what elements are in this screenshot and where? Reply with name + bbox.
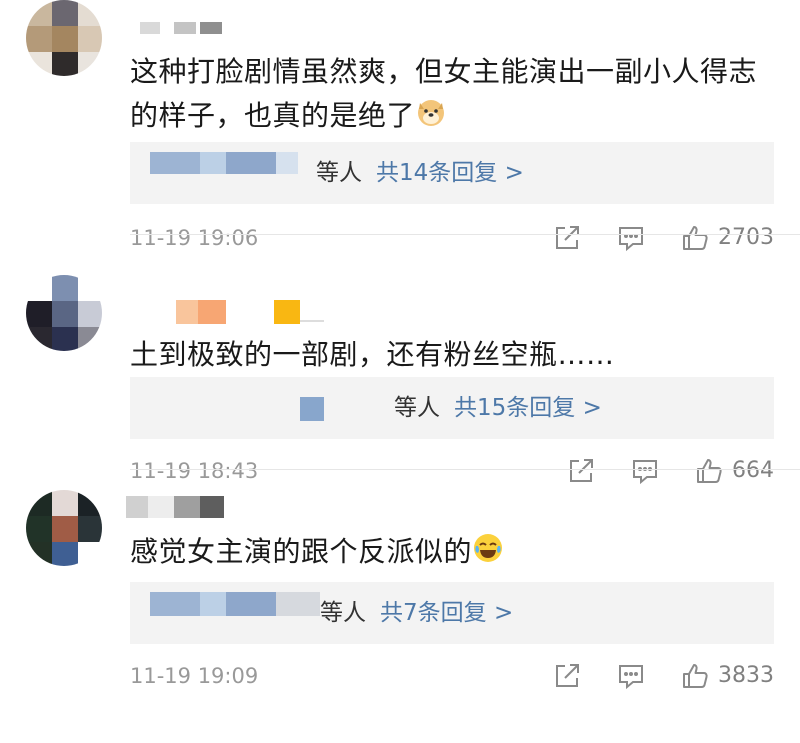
like-count: 3833 — [718, 663, 774, 688]
comment-item: 这种打脸剧情虽然爽，但女主能演出一副小人得志的样子，也真的是绝了 等人 共14条回… — [0, 0, 800, 252]
comment-text: 感觉女主演的跟个反派似的 — [130, 530, 770, 577]
reply-etc: 等人 — [394, 395, 440, 421]
comment-text: 土到极致的一部剧，还有粉丝空瓶…… — [130, 333, 770, 377]
username-blurred[interactable] — [126, 496, 226, 520]
reply-preview[interactable]: 等人 共7条回复 > — [130, 582, 774, 644]
share-icon[interactable] — [552, 661, 582, 691]
timestamp: 11-19 19:09 — [130, 664, 259, 688]
reply-etc: 等人 — [320, 600, 366, 626]
avatar[interactable] — [26, 0, 102, 76]
username-blurred[interactable] — [176, 300, 326, 326]
reply-preview[interactable]: 等人 共15条回复 > — [130, 377, 774, 439]
comment-item: 土到极致的一部剧，还有粉丝空瓶…… 等人 共15条回复 > 11-19 18:43… — [0, 235, 800, 485]
comment-body: 土到极致的一部剧，还有粉丝空瓶…… — [130, 338, 615, 371]
view-replies-link[interactable]: 共14条回复 > — [376, 160, 524, 186]
view-replies-link[interactable]: 共7条回复 > — [380, 600, 513, 626]
avatar[interactable] — [26, 490, 102, 566]
comment-footer: 11-19 19:09 3833 — [130, 656, 774, 696]
reply-preview[interactable]: 等人 共14条回复 > — [130, 142, 774, 204]
comment-text: 这种打脸剧情虽然爽，但女主能演出一副小人得志的样子，也真的是绝了 — [130, 50, 770, 141]
doge-emoji-icon — [415, 96, 447, 141]
username-blurred[interactable] — [140, 22, 230, 36]
comment-body: 感觉女主演的跟个反派似的 — [130, 535, 473, 568]
avatar[interactable] — [26, 275, 102, 351]
comment-item: 感觉女主演的跟个反派似的 等人 共7条回复 > 11-19 19:09 3833 — [0, 470, 800, 743]
thumbs-up-icon[interactable] — [680, 661, 710, 691]
reply-etc: 等人 — [316, 160, 362, 186]
view-replies-link[interactable]: 共15条回复 > — [454, 395, 602, 421]
laugh-cry-emoji-icon — [472, 532, 504, 577]
comment-icon[interactable] — [616, 661, 646, 691]
